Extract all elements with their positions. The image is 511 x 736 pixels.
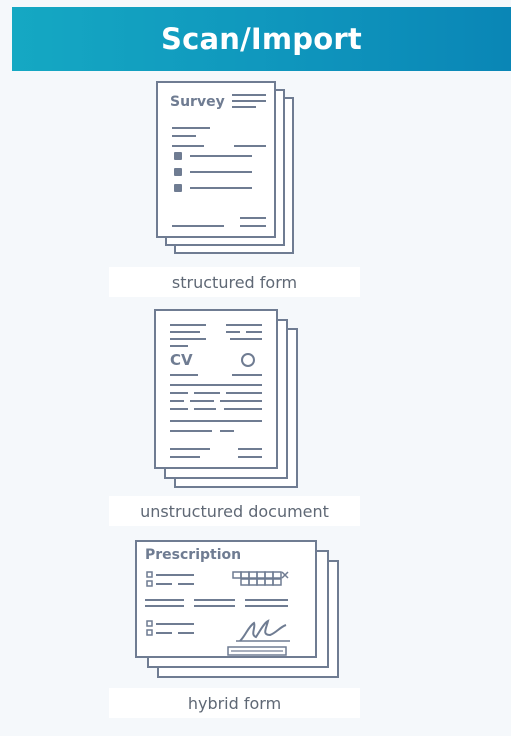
label-unstructured-document: unstructured document xyxy=(109,496,360,526)
doc-title-prescription: Prescription xyxy=(145,547,241,563)
label-structured-form: structured form xyxy=(109,267,360,297)
label-hybrid-form: hybrid form xyxy=(109,688,360,718)
label-text: hybrid form xyxy=(187,693,282,713)
cv-document-icon: CV xyxy=(154,309,298,488)
prescription-document-icon: Prescription xyxy=(135,540,339,678)
label-text: unstructured document xyxy=(140,501,329,521)
label-text: structured form xyxy=(171,272,298,292)
header-title: Scan/Import xyxy=(161,22,362,56)
survey-document-icon: Survey xyxy=(156,81,294,254)
doc-title-cv: CV xyxy=(170,351,193,369)
scan-import-header: Scan/Import xyxy=(12,7,511,71)
doc-title-survey: Survey xyxy=(170,94,225,110)
